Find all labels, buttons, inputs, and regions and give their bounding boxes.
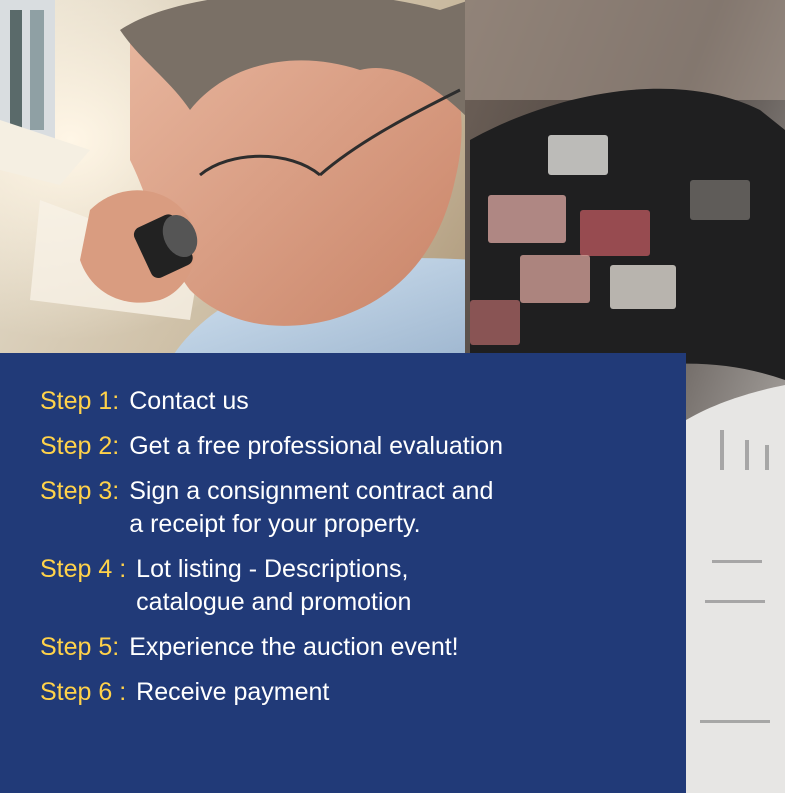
window-frame [0,0,55,140]
step-text: Experience the auction event! [129,633,459,661]
catalogue-sheet [686,385,785,793]
step-label: Step 1: [40,387,120,415]
step-item: Step 2: Get a free professional evaluati… [40,430,686,463]
step-text: Receive payment [136,678,330,706]
steps-panel: Step 1: Contact us Step 2: Get a free pr… [0,353,686,793]
step-item: Step 6 : Receive payment [40,676,686,709]
step-text: Contact us [129,387,249,415]
step-text: Sign a consignment contract and a receip… [129,477,494,538]
step-text: Lot listing - Descriptions, catalogue an… [136,555,412,616]
step-item: Step 4 : Lot listing - Descriptions, cat… [40,553,686,619]
step-label: Step 5: [40,633,120,661]
step-label: Step 2: [40,432,120,460]
step-item: Step 3: Sign a consignment contract and … [40,475,686,541]
step-text: Get a free professional evaluation [129,432,504,460]
step-label: Step 3: [40,477,120,505]
step-label: Step 6 : [40,678,127,706]
step-item: Step 5: Experience the auction event! [40,631,686,664]
promo-image: Step 1: Contact us Step 2: Get a free pr… [0,0,785,793]
step-label: Step 4 : [40,555,127,583]
step-item: Step 1: Contact us [40,385,686,418]
